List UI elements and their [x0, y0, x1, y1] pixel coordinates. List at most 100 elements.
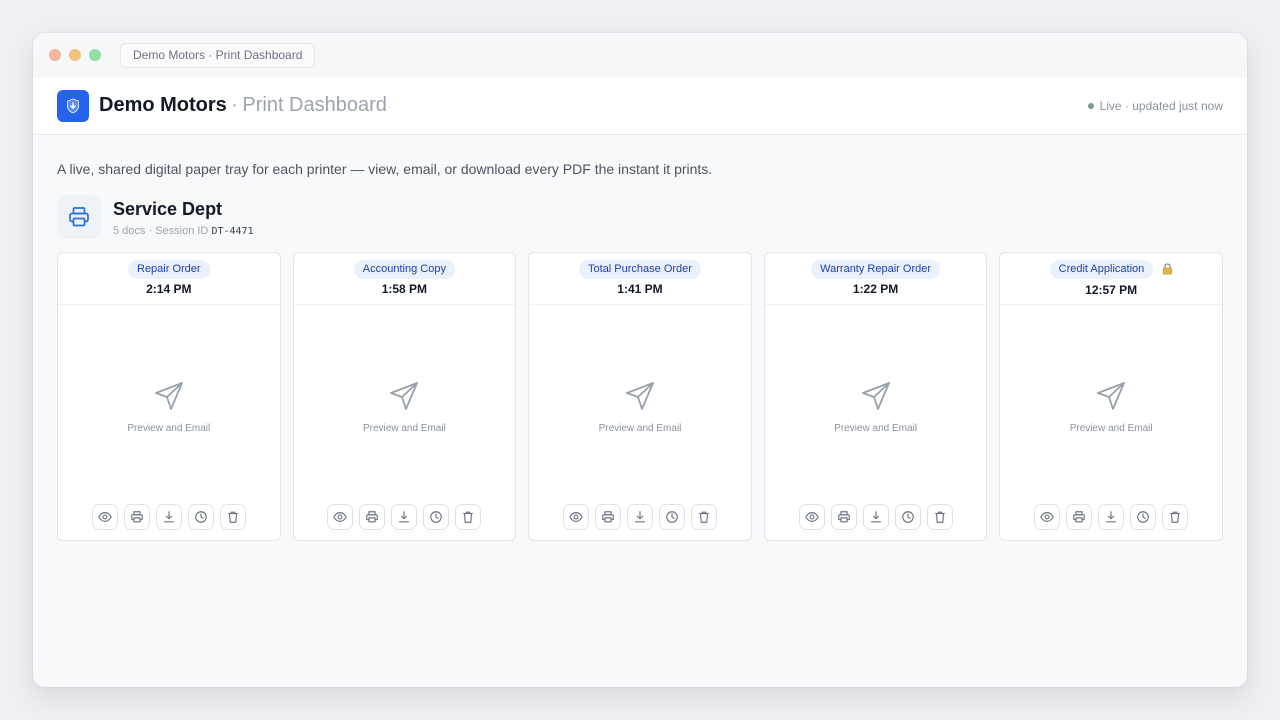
close-window-button[interactable]	[49, 49, 61, 61]
clock-icon	[665, 510, 679, 524]
document-actions	[58, 504, 280, 530]
live-status-text: Live · updated just now	[1099, 99, 1223, 113]
print-button[interactable]	[359, 504, 386, 530]
minimize-window-button[interactable]	[69, 49, 81, 61]
download-icon	[633, 510, 647, 524]
delete-button[interactable]	[1162, 504, 1189, 530]
document-card-header: Credit Application 12:57 PM	[1000, 253, 1222, 305]
document-card[interactable]: Credit Application 12:57 PM Preview and …	[999, 252, 1223, 541]
download-button[interactable]	[391, 504, 418, 530]
printer-icon	[837, 510, 851, 524]
document-type-badge: Repair Order	[128, 260, 210, 279]
title-bar: Demo Motors · Print Dashboard	[33, 33, 1247, 78]
view-button[interactable]	[91, 504, 118, 530]
document-card-header: Total Purchase Order 1:41 PM	[529, 253, 751, 305]
app-window: Demo Motors · Print Dashboard Demo Motor…	[33, 33, 1247, 687]
document-card-header: Warranty Repair Order 1:22 PM	[764, 253, 987, 305]
preview-and-email-label: Preview and Email	[598, 423, 682, 434]
download-button[interactable]	[862, 504, 889, 530]
document-print-time: 12:57 PM	[1085, 283, 1138, 297]
printer-icon	[130, 510, 144, 524]
eye-icon	[804, 510, 819, 524]
document-actions	[294, 504, 516, 530]
live-indicator-icon	[1087, 103, 1094, 109]
download-icon	[1104, 510, 1118, 524]
delete-button[interactable]	[926, 504, 953, 530]
print-button[interactable]	[594, 504, 621, 530]
view-button[interactable]	[1034, 504, 1061, 530]
preview-and-email-label: Preview and Email	[362, 423, 446, 434]
maximize-window-button[interactable]	[89, 49, 101, 61]
document-type-badge: Accounting Copy	[353, 260, 455, 279]
paper-plane-icon	[624, 380, 656, 417]
clock-icon	[901, 510, 915, 524]
printer-icon	[1072, 510, 1086, 524]
clock-icon	[429, 510, 443, 524]
preview-and-email-button[interactable]: Preview and Email	[294, 380, 516, 434]
document-print-time: 1:41 PM	[617, 282, 663, 296]
printer-icon	[365, 510, 379, 524]
document-actions	[529, 504, 751, 530]
preview-and-email-label: Preview and Email	[1069, 423, 1153, 434]
lock-icon	[1162, 262, 1173, 280]
download-icon	[869, 510, 883, 524]
paper-plane-icon	[153, 380, 185, 417]
print-button[interactable]	[830, 504, 857, 530]
window-title-tab[interactable]: Demo Motors · Print Dashboard	[120, 43, 316, 68]
document-card[interactable]: Accounting Copy 1:58 PM Preview and Emai…	[292, 252, 517, 541]
history-button[interactable]	[658, 504, 685, 530]
paper-plane-icon	[1095, 380, 1127, 417]
view-button[interactable]	[327, 504, 354, 530]
preview-and-email-button[interactable]: Preview and Email	[58, 380, 280, 434]
page-title: Demo Motors · Print Dashboard	[99, 94, 387, 117]
eye-icon	[98, 510, 112, 524]
clock-icon	[1136, 510, 1150, 524]
eye-icon	[333, 510, 348, 524]
clock-icon	[194, 510, 208, 524]
document-card-header: Accounting Copy 1:58 PM	[293, 253, 516, 305]
delete-button[interactable]	[219, 504, 246, 530]
document-card[interactable]: Warranty Repair Order 1:22 PM Preview an…	[763, 252, 988, 541]
preview-and-email-button[interactable]: Preview and Email	[765, 380, 987, 434]
trash-icon	[226, 510, 240, 524]
view-button[interactable]	[798, 504, 825, 530]
preview-and-email-label: Preview and Email	[127, 423, 211, 434]
paper-plane-icon	[388, 380, 420, 417]
download-button[interactable]	[1098, 504, 1125, 530]
delete-button[interactable]	[690, 504, 717, 530]
preview-and-email-button[interactable]: Preview and Email	[1000, 380, 1222, 434]
document-card-list: Repair Order 2:14 PM Preview and Email A…	[57, 252, 1223, 541]
history-button[interactable]	[187, 504, 214, 530]
document-print-time: 2:14 PM	[146, 282, 192, 296]
download-button[interactable]	[626, 504, 653, 530]
trash-icon	[697, 510, 711, 524]
delete-button[interactable]	[455, 504, 482, 530]
title-separator: ·	[231, 94, 238, 116]
trash-icon	[461, 510, 475, 524]
document-card[interactable]: Total Purchase Order 1:41 PM Preview and…	[528, 252, 752, 541]
page-description: A live, shared digital paper tray for ea…	[57, 161, 713, 177]
document-print-time: 1:58 PM	[381, 282, 428, 296]
printer-icon	[601, 510, 615, 524]
view-button[interactable]	[562, 504, 589, 530]
history-button[interactable]	[1130, 504, 1157, 530]
print-button[interactable]	[1066, 504, 1093, 530]
download-button[interactable]	[155, 504, 182, 530]
document-card-header: Repair Order 2:14 PM	[58, 253, 280, 305]
history-button[interactable]	[894, 504, 921, 530]
preview-and-email-button[interactable]: Preview and Email	[529, 380, 751, 434]
print-button[interactable]	[123, 504, 150, 530]
page-subtitle: Print Dashboard	[242, 94, 387, 116]
department-doc-count: 5 docs · Session ID	[113, 225, 209, 237]
brand-name: Demo Motors	[99, 94, 227, 116]
department-name: Service Dept	[113, 199, 223, 219]
preview-and-email-label: Preview and Email	[834, 423, 917, 434]
download-icon	[397, 510, 411, 524]
download-icon	[162, 510, 176, 524]
eye-icon	[1040, 510, 1054, 524]
history-button[interactable]	[423, 504, 450, 530]
live-status: Live · updated just now	[1087, 99, 1223, 113]
document-card[interactable]: Repair Order 2:14 PM Preview and Email	[57, 252, 281, 541]
printer-icon	[57, 195, 101, 239]
trash-icon	[933, 510, 947, 524]
